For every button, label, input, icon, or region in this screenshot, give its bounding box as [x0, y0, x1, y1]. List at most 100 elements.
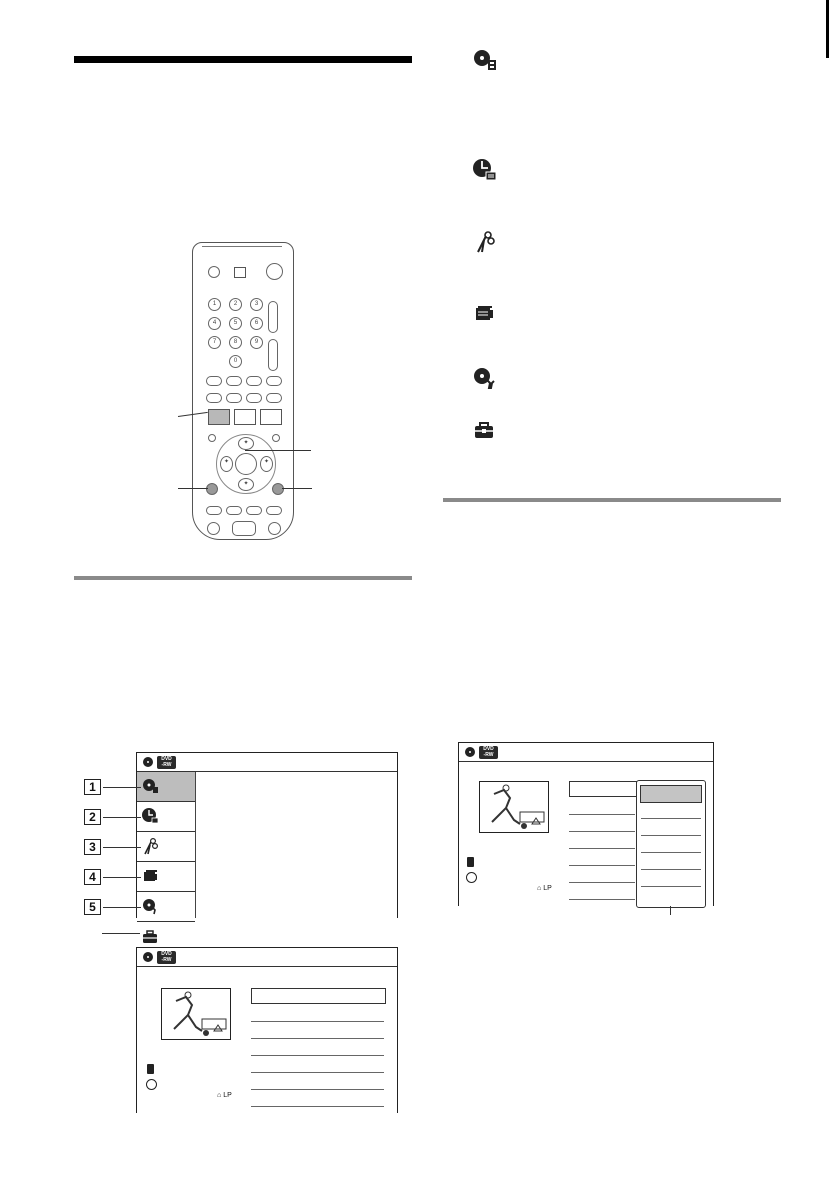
menu-callout-line-4 — [103, 877, 141, 878]
protect-icon: ⌂ — [537, 885, 542, 892]
record-mode: ⌂ LP — [537, 885, 552, 892]
numpad-key-5: 5 — [229, 317, 242, 330]
tv-video-button — [234, 267, 246, 278]
numpad-key-0: 0 — [229, 355, 242, 368]
numpad-key-2: 2 — [229, 298, 242, 311]
numpad-key-3: 3 — [250, 298, 263, 311]
screen-header: DVD -RW — [459, 743, 713, 762]
title-name-field[interactable] — [569, 781, 637, 797]
top-menu-button — [260, 409, 282, 425]
menu-number-1: 1 — [84, 779, 101, 795]
title-name-field[interactable] — [251, 988, 386, 1004]
up-arrow-button: ✦ — [238, 437, 254, 450]
remote-top-line — [202, 246, 282, 247]
numpad-key-8: 8 — [229, 336, 242, 349]
scissors-icon — [141, 837, 161, 862]
callout-line-enter — [245, 450, 311, 451]
numpad-key-1: 1 — [208, 298, 221, 311]
menu-item-3[interactable] — [137, 832, 195, 862]
remote-body — [192, 242, 294, 540]
top-menu-screen-figure: DVD -RW 1 2 3 4 5 — [78, 752, 398, 952]
channel-rocker — [268, 339, 278, 371]
right-arrow-button: ✦ — [260, 456, 273, 472]
dvd-rw-badge: DVD -RW — [157, 756, 176, 769]
dropdown-line-3 — [641, 852, 701, 853]
camera-dub-icon — [472, 302, 498, 326]
remote-pill-2 — [226, 376, 242, 386]
record-mode-label: LP — [543, 885, 552, 892]
soccer-player-image — [173, 991, 227, 1036]
menu-column — [137, 772, 196, 952]
menu-number-2: 2 — [84, 809, 101, 825]
disc-status-icon — [467, 857, 474, 867]
info-line-1 — [569, 814, 635, 815]
menu-item-5[interactable] — [137, 892, 195, 922]
disc-icon — [465, 747, 475, 757]
info-line-4 — [251, 1072, 384, 1073]
info-line-4 — [569, 865, 635, 866]
record-mode-label: LP — [223, 1092, 232, 1099]
top-menu-screen: DVD -RW — [136, 752, 398, 952]
rewind-button — [207, 522, 220, 535]
remote-pill-8 — [266, 393, 282, 403]
options-dropdown[interactable] — [636, 780, 706, 908]
play-button — [232, 521, 256, 536]
info-line-5 — [251, 1089, 384, 1090]
enter-button — [235, 453, 257, 475]
menu-cells — [137, 772, 195, 952]
clock-icon — [146, 1079, 157, 1090]
timer-icon — [472, 158, 498, 182]
dropdown-screen-figure: DVD -RW ⌂ LP — [458, 742, 718, 917]
info-screen: DVD -RW ⌂ LP — [136, 947, 398, 1113]
remote-pill-3 — [246, 376, 262, 386]
replay-button — [226, 506, 242, 515]
title-thumbnail — [161, 988, 231, 1040]
dvd-rw-badge: DVD -RW — [157, 951, 176, 964]
title-list-button — [234, 409, 256, 425]
numpad-key-7: 7 — [208, 336, 221, 349]
next-button — [266, 506, 282, 515]
dropdown-selected-item[interactable] — [640, 785, 702, 803]
screen-header: DVD -RW — [137, 753, 397, 772]
menu-number-3: 3 — [84, 839, 101, 855]
power-button — [208, 266, 220, 278]
disc-icon — [143, 757, 153, 767]
numpad-key-4: 4 — [208, 317, 221, 330]
left-arrow-button: ✦ — [220, 456, 233, 472]
menu-callout-line-3 — [103, 847, 141, 848]
menu-item-2[interactable] — [137, 802, 195, 832]
soccer-player-image — [491, 784, 545, 829]
page-edge-marker — [826, 0, 829, 58]
disc-setup-icon — [141, 897, 161, 922]
section-rule-left — [74, 576, 412, 580]
dropdown-callout-line — [670, 906, 671, 915]
disc-setup-icon — [472, 366, 498, 390]
menu-item-4[interactable] — [137, 862, 195, 892]
disc-status-icon — [147, 1064, 154, 1074]
toolbox-icon — [472, 418, 498, 442]
callout-line-tools — [282, 488, 312, 489]
volume-rocker — [268, 301, 278, 333]
menu-item-1[interactable] — [137, 772, 195, 802]
info-line-3 — [569, 848, 635, 849]
info-screen-figure: DVD -RW ⌂ LP — [136, 947, 398, 1113]
remote-control-figure: 123 456 7890 ✦ ✦ ✦ ✦ — [177, 238, 318, 543]
small-right-button — [272, 434, 280, 442]
scissors-icon — [472, 230, 498, 254]
disc-settings-icon — [141, 777, 161, 802]
down-arrow-button: ✦ — [238, 478, 254, 491]
info-line-6 — [569, 899, 635, 900]
disc-settings-icon — [472, 48, 498, 72]
section-title-bar — [74, 56, 412, 63]
menu-callout-line-5 — [103, 907, 141, 908]
numpad-key-9: 9 — [250, 336, 263, 349]
tv-power-button — [266, 263, 283, 280]
remote-pill-6 — [226, 393, 242, 403]
dropdown-line-5 — [641, 886, 701, 887]
remote-pill-7 — [246, 393, 262, 403]
screen-header: DVD -RW — [137, 948, 397, 967]
tools-button — [272, 483, 284, 495]
menu-callout-line-2 — [103, 817, 141, 818]
dvd-rw-badge: DVD -RW — [479, 746, 498, 759]
protect-icon: ⌂ — [217, 1092, 222, 1099]
